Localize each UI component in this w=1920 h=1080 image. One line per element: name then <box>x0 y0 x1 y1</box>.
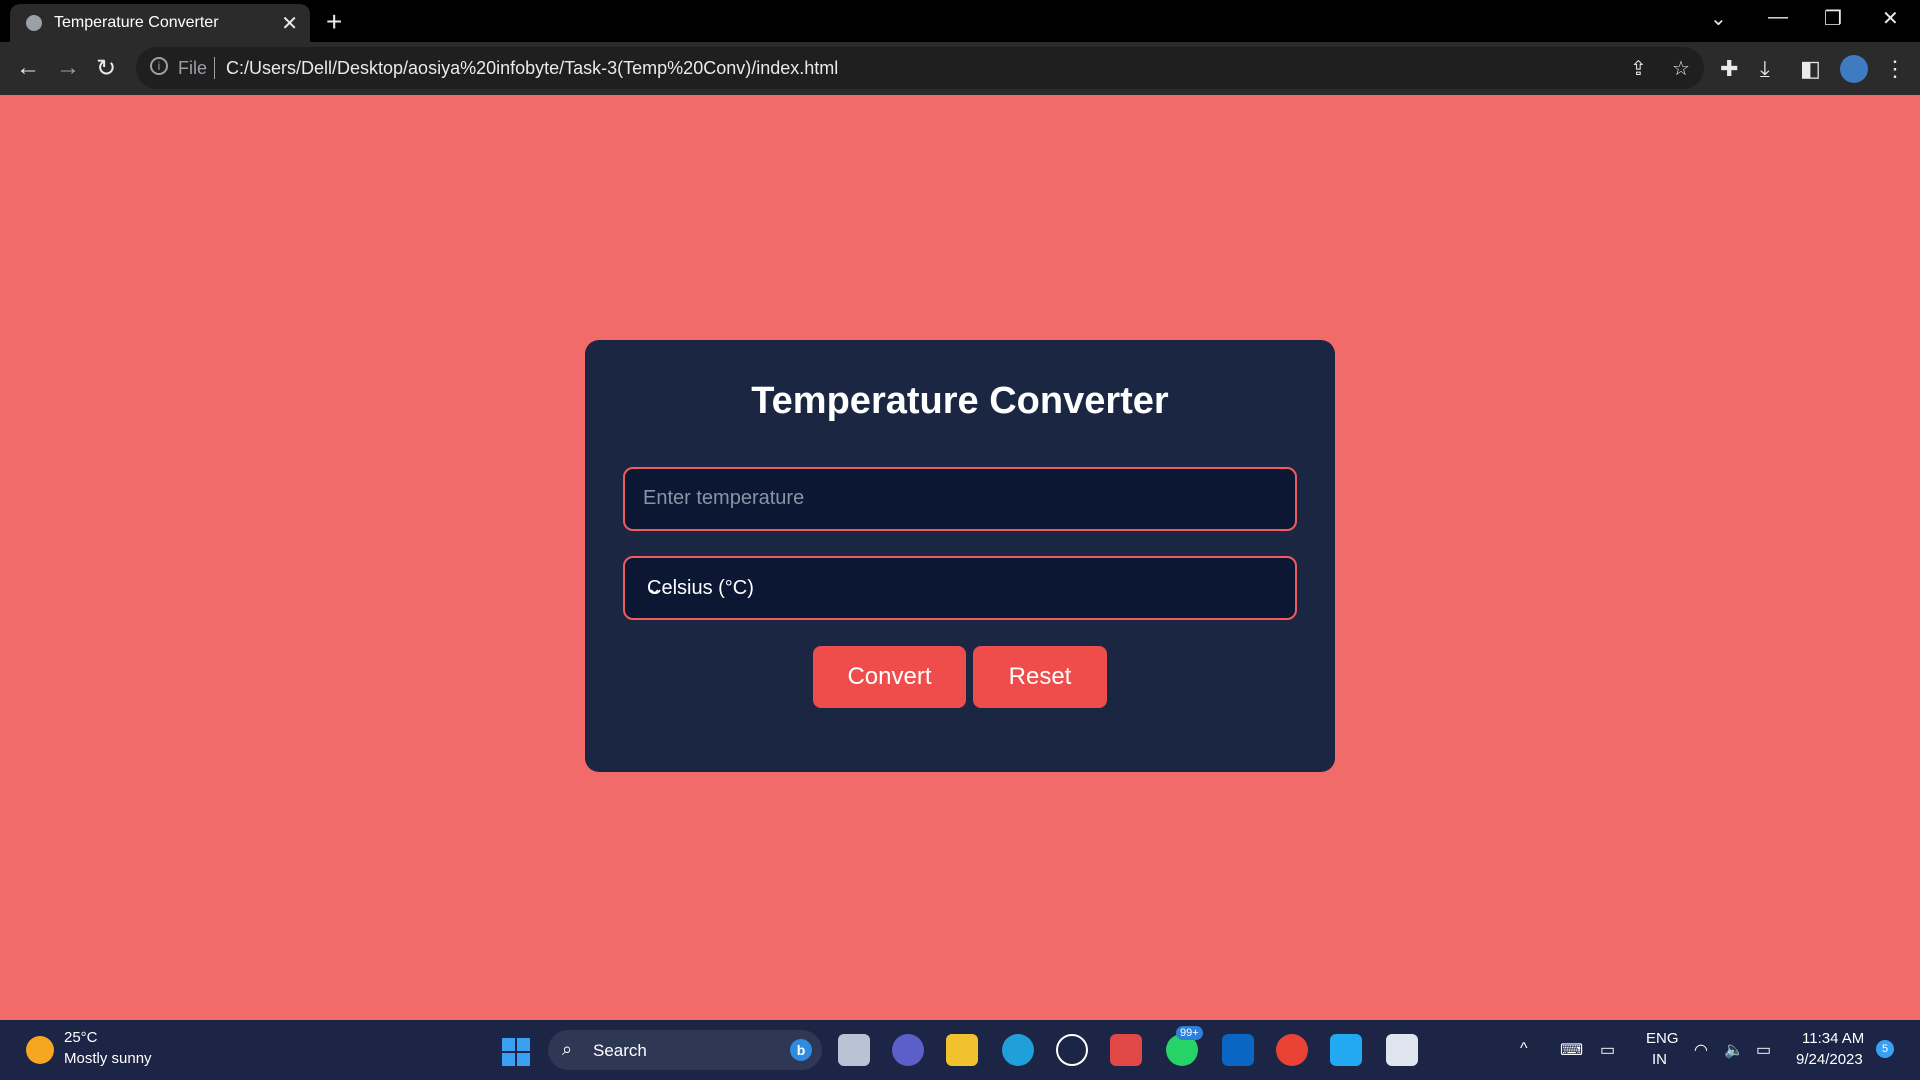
unit-select[interactable]: Celsius (°C) ⌄ <box>623 556 1297 620</box>
temperature-input-placeholder: Enter temperature <box>643 487 805 509</box>
tab-search-icon[interactable]: ⌄ <box>1710 6 1727 31</box>
chevron-down-icon: ⌄ <box>647 578 663 598</box>
taskbar-search[interactable]: ⌕ Search b <box>548 1030 822 1070</box>
extensions-icon[interactable]: ✚ <box>1720 56 1738 82</box>
side-panel-icon[interactable]: ◧ <box>1800 56 1821 82</box>
new-tab-button[interactable]: + <box>326 6 342 38</box>
weather-temp[interactable]: 25°C <box>64 1029 98 1046</box>
dell-icon[interactable] <box>1056 1034 1088 1066</box>
forward-icon[interactable]: → <box>56 54 80 82</box>
weather-desc[interactable]: Mostly sunny <box>64 1050 152 1067</box>
vscode-icon[interactable] <box>1330 1034 1362 1066</box>
address-prefix: File <box>178 58 208 78</box>
reload-icon[interactable]: ↻ <box>96 54 116 83</box>
share-icon[interactable]: ⇪ <box>1630 56 1647 81</box>
info-icon[interactable]: i <box>150 57 168 75</box>
wifi-icon[interactable]: ◠ <box>1694 1040 1708 1060</box>
browser-tab[interactable]: Temperature Converter ✕ <box>10 4 310 42</box>
battery-icon[interactable]: ▭ <box>1756 1040 1771 1060</box>
temperature-input[interactable]: Enter temperature <box>623 467 1297 531</box>
browser-tab-bar: Temperature Converter ✕ + ⌄ — ❐ ✕ <box>0 0 1920 42</box>
whatsapp-badge: 99+ <box>1176 1026 1203 1040</box>
minimize-button[interactable]: — <box>1768 6 1788 29</box>
url-text[interactable]: C:/Users/Dell/Desktop/aosiya%20infobyte/… <box>226 58 838 79</box>
converter-card: Temperature Converter Enter temperature … <box>585 340 1335 772</box>
search-label: Search <box>593 1041 647 1060</box>
teams-chat-icon[interactable] <box>892 1034 924 1066</box>
address-bar[interactable]: i File C:/Users/Dell/Desktop/aosiya%20in… <box>136 47 1704 89</box>
convert-button[interactable]: Convert <box>813 646 966 708</box>
clock-time[interactable]: 11:34 AM <box>1802 1030 1864 1047</box>
snipping-tool-icon[interactable] <box>1110 1034 1142 1066</box>
bookmark-star-icon[interactable]: ☆ <box>1672 56 1690 81</box>
linkedin-icon[interactable] <box>1222 1034 1254 1066</box>
globe-icon <box>26 15 42 31</box>
close-window-button[interactable]: ✕ <box>1882 6 1899 31</box>
language-region[interactable]: IN <box>1652 1051 1667 1068</box>
weather-sun-icon[interactable] <box>26 1036 54 1064</box>
restore-button[interactable]: ❐ <box>1824 6 1842 31</box>
edge-icon[interactable] <box>1002 1034 1034 1066</box>
windows-taskbar: 25°C Mostly sunny ⌕ Search b 99+ ^ ⌨ ▭ E… <box>0 1020 1920 1080</box>
show-hidden-icons-icon[interactable]: ^ <box>1520 1040 1528 1058</box>
reset-button[interactable]: Reset <box>973 646 1107 708</box>
download-icon[interactable]: ⤓ <box>1760 56 1770 82</box>
address-separator <box>214 57 215 79</box>
clock-date[interactable]: 9/24/2023 <box>1796 1051 1863 1068</box>
keyboard-icon[interactable]: ⌨ <box>1560 1040 1583 1060</box>
back-icon[interactable]: ← <box>16 54 40 82</box>
close-tab-icon[interactable]: ✕ <box>281 11 298 36</box>
bing-icon[interactable]: b <box>790 1039 812 1061</box>
search-icon: ⌕ <box>562 1039 573 1059</box>
tab-title: Temperature Converter <box>54 14 219 31</box>
remote-desktop-icon[interactable] <box>1386 1034 1418 1066</box>
touchpad-icon[interactable]: ▭ <box>1600 1040 1615 1060</box>
windows-start-icon[interactable] <box>502 1038 530 1066</box>
language-indicator[interactable]: ENG <box>1646 1030 1679 1047</box>
page-title: Temperature Converter <box>751 380 1169 422</box>
chrome-icon[interactable] <box>1276 1034 1308 1066</box>
browser-toolbar: ← → ↻ i File C:/Users/Dell/Desktop/aosiy… <box>0 42 1920 95</box>
task-view-icon[interactable] <box>838 1034 870 1066</box>
menu-icon[interactable]: ⋮ <box>1884 56 1906 82</box>
volume-icon[interactable]: 🔈 <box>1724 1040 1744 1060</box>
file-explorer-icon[interactable] <box>946 1034 978 1066</box>
profile-avatar[interactable] <box>1840 55 1868 83</box>
notification-count[interactable]: 5 <box>1876 1040 1894 1058</box>
